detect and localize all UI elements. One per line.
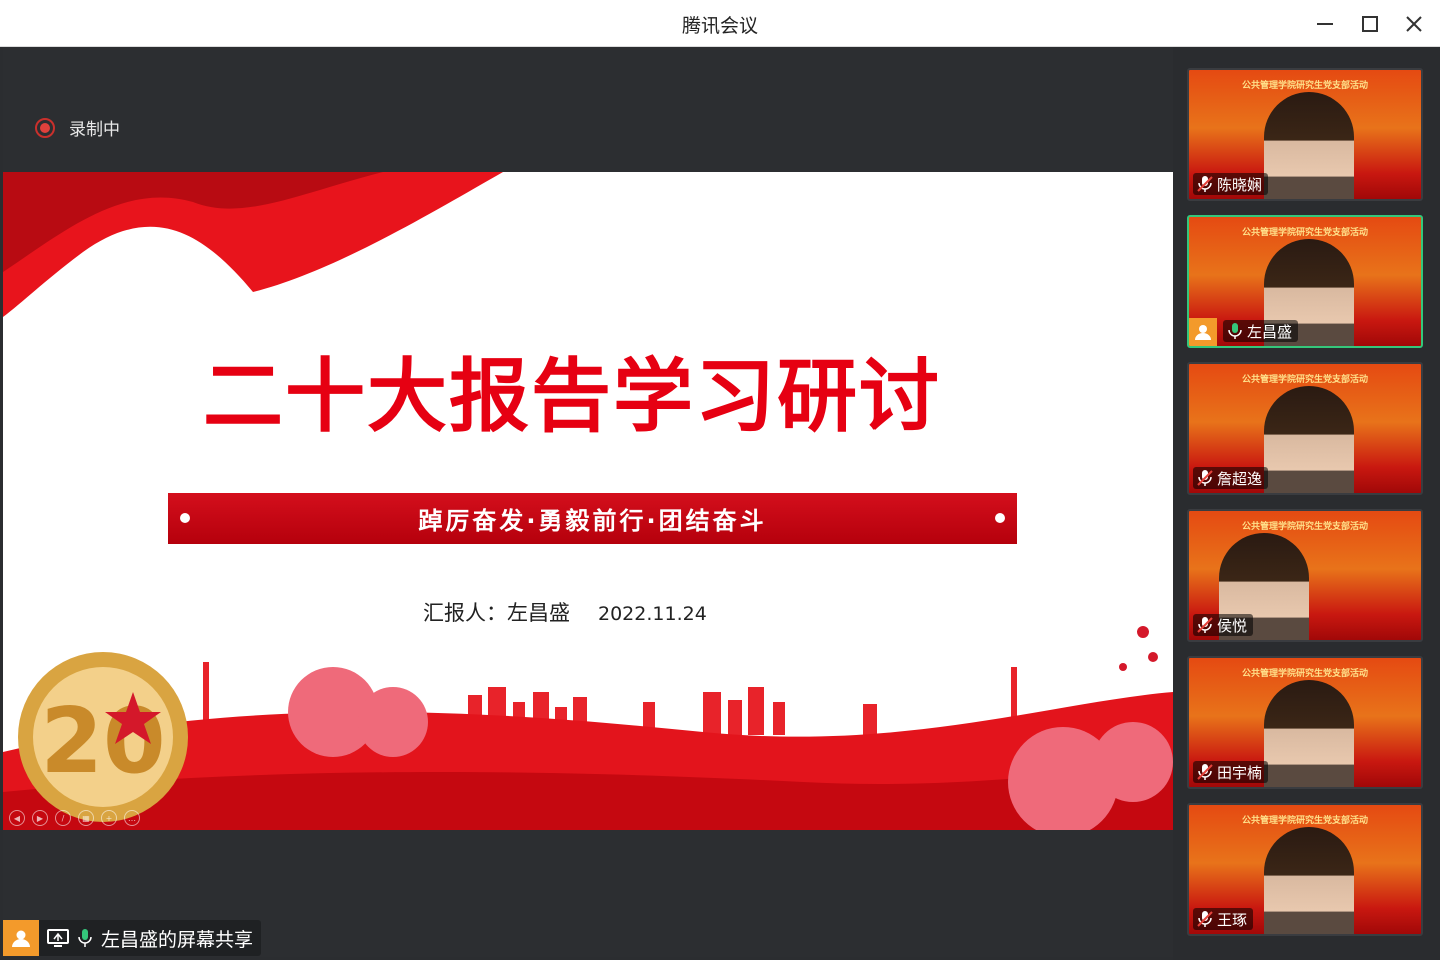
- mic-muted-icon: [1197, 911, 1213, 927]
- participant-tile[interactable]: 公共管理学院研究生党支部活动 王琢: [1187, 803, 1423, 936]
- next-slide-icon[interactable]: ▶: [32, 810, 48, 826]
- banner-text: 踔厉奋发·勇毅前行·团结奋斗: [418, 507, 767, 535]
- backdrop-caption: 公共管理学院研究生党支部活动: [1241, 81, 1368, 91]
- participant-name-bar: 詹超逸: [1193, 467, 1269, 489]
- title-bar: 腾讯会议: [0, 0, 1440, 47]
- mic-muted-icon: [1197, 470, 1213, 486]
- host-badge: [3, 920, 39, 956]
- screen-share-status[interactable]: 左昌盛的屏幕共享: [3, 920, 262, 956]
- prev-slide-icon[interactable]: ◀: [9, 810, 25, 826]
- screen-share-icon-wrap: [47, 928, 69, 948]
- participant-tile[interactable]: 公共管理学院研究生党支部活动 侯悦: [1187, 509, 1423, 642]
- recording-label: 录制中: [69, 120, 120, 140]
- participant-name: 侯悦: [1217, 616, 1248, 635]
- screen-share-label: 左昌盛的屏幕共享: [101, 928, 254, 951]
- host-badge: [1189, 318, 1217, 346]
- participant-video: [1264, 92, 1354, 199]
- participant-video: [1264, 386, 1354, 493]
- participant-video: [1264, 680, 1354, 787]
- mic-active-icon: [1228, 323, 1242, 339]
- participant-name-bar: 王琢: [1193, 908, 1254, 930]
- maximize-icon: [1362, 16, 1378, 32]
- slideshow-controls: ◀ ▶ / ▦ + …: [9, 810, 140, 826]
- presenter-name: 汇报人：左昌盛: [423, 601, 570, 625]
- slide-title: 二十大报告学习研讨: [203, 350, 941, 443]
- participant-name: 田宇楠: [1217, 763, 1263, 782]
- presentation-date: 2022.11.24: [598, 603, 707, 625]
- more-icon[interactable]: …: [124, 810, 140, 826]
- screen-share-icon: [47, 929, 69, 947]
- mic-muted-icon: [1197, 176, 1213, 192]
- participant-video-list: 公共管理学院研究生党支部活动 陈晓娴 公共管理学院研究生党支部活动 左昌盛 公共…: [1173, 47, 1440, 960]
- participant-tile-active-speaker[interactable]: 公共管理学院研究生党支部活动 左昌盛: [1187, 215, 1423, 348]
- participant-name: 詹超逸: [1217, 469, 1263, 488]
- banner-dot: [180, 513, 190, 523]
- participant-name: 左昌盛: [1247, 322, 1293, 341]
- record-icon: [35, 117, 55, 138]
- close-icon: [1406, 16, 1422, 32]
- backdrop-caption: 公共管理学院研究生党支部活动: [1241, 669, 1368, 679]
- recording-indicator[interactable]: 录制中: [35, 115, 120, 140]
- participant-name-bar: 左昌盛: [1223, 320, 1299, 342]
- maximize-button[interactable]: [1350, 8, 1390, 40]
- participant-tile[interactable]: 公共管理学院研究生党支部活动 詹超逸: [1187, 362, 1423, 495]
- slides-grid-icon[interactable]: ▦: [78, 810, 94, 826]
- backdrop-caption: 公共管理学院研究生党支部活动: [1241, 816, 1368, 826]
- minimize-button[interactable]: [1305, 8, 1345, 40]
- participant-name-bar: 田宇楠: [1193, 761, 1269, 783]
- mic-muted-icon: [1197, 617, 1213, 633]
- host-user-icon: [12, 930, 30, 947]
- participant-video: [1264, 827, 1354, 934]
- close-button[interactable]: [1394, 8, 1434, 40]
- participant-name: 王琢: [1217, 910, 1248, 929]
- slide-banner: 踔厉奋发·勇毅前行·团结奋斗: [168, 493, 1017, 544]
- participant-name-bar: 陈晓娴: [1193, 173, 1269, 195]
- mic-active-icon: [78, 929, 92, 947]
- banner-dot: [995, 513, 1005, 523]
- mic-icon-wrap: [77, 928, 93, 948]
- presentation-slide: 20 二十大报告学习研讨 踔厉奋发·勇毅前行·团结奋斗 汇报人：左昌盛 2022.…: [3, 172, 1173, 830]
- presenter-line: 汇报人：左昌盛 2022.11.24: [423, 597, 707, 627]
- backdrop-caption: 公共管理学院研究生党支部活动: [1241, 522, 1368, 532]
- window-title: 腾讯会议: [681, 15, 758, 37]
- shared-screen-area: 录制中 20 二十大报告学习研讨 踔厉奋发·勇毅前行·团结奋斗 汇报人：左昌盛 …: [3, 47, 1173, 957]
- participant-tile[interactable]: 公共管理学院研究生党支部活动 田宇楠: [1187, 656, 1423, 789]
- mic-muted-icon: [1197, 764, 1213, 780]
- zoom-icon[interactable]: +: [101, 810, 117, 826]
- svg-text:20: 20: [40, 689, 165, 794]
- backdrop-caption: 公共管理学院研究生党支部活动: [1241, 228, 1368, 238]
- pen-icon[interactable]: /: [55, 810, 71, 826]
- minimize-icon: [1317, 23, 1333, 25]
- participant-name-bar: 侯悦: [1193, 614, 1254, 636]
- host-user-icon: [1195, 325, 1211, 340]
- participant-tile[interactable]: 公共管理学院研究生党支部活动 陈晓娴: [1187, 68, 1423, 201]
- participant-name: 陈晓娴: [1217, 175, 1263, 194]
- backdrop-caption: 公共管理学院研究生党支部活动: [1241, 375, 1368, 385]
